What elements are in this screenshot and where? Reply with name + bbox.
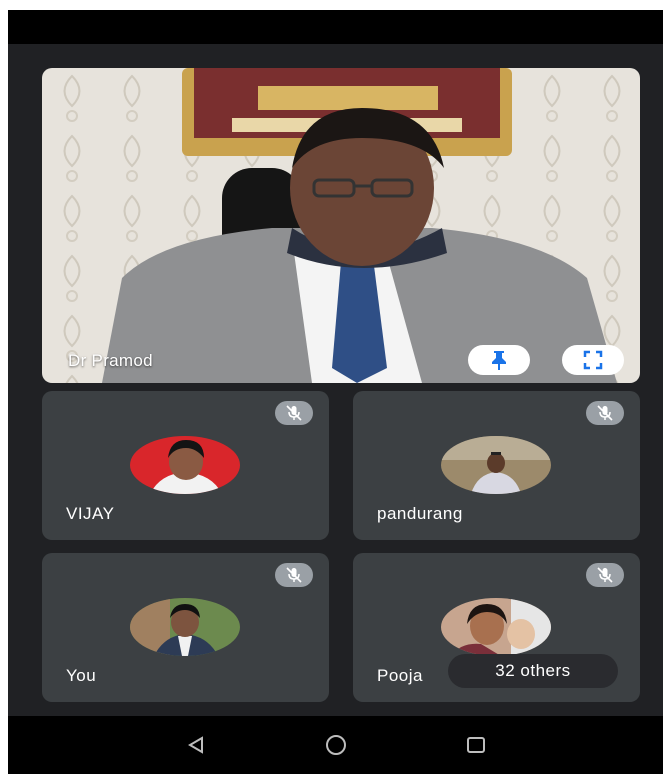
mic-off-icon	[286, 567, 302, 583]
avatar	[130, 598, 240, 656]
recents-button[interactable]	[456, 730, 496, 760]
avatar	[130, 436, 240, 494]
back-button[interactable]	[176, 730, 216, 760]
featured-name-label: Dr Pramod	[68, 351, 153, 370]
home-circle-icon	[325, 735, 346, 755]
mic-off-badge	[275, 401, 313, 425]
featured-video-frame	[42, 68, 640, 383]
mic-off-icon	[286, 405, 302, 421]
pin-button[interactable]	[468, 345, 530, 375]
participant-tile[interactable]: You	[42, 553, 329, 702]
others-participants-button[interactable]: 32 others	[448, 654, 618, 688]
featured-video-tile[interactable]: Dr Pramod	[42, 68, 640, 383]
fullscreen-button[interactable]	[562, 345, 624, 375]
mic-off-badge	[275, 563, 313, 587]
participant-name: VIJAY	[66, 504, 115, 523]
status-bar	[8, 10, 663, 44]
participant-name: pandurang	[377, 504, 463, 523]
pin-icon	[492, 351, 506, 370]
participant-name: You	[66, 666, 97, 685]
mic-off-badge	[586, 401, 624, 425]
avatar	[441, 598, 551, 656]
home-button[interactable]	[316, 730, 356, 760]
participant-tile[interactable]: pandurang	[353, 391, 640, 540]
mic-off-icon	[597, 405, 613, 421]
android-navigation-bar	[8, 716, 663, 774]
avatar	[441, 436, 551, 494]
mic-off-icon	[597, 567, 613, 583]
recents-square-icon	[466, 737, 485, 753]
participant-tile[interactable]: VIJAY	[42, 391, 329, 540]
participant-name: Pooja	[377, 666, 423, 685]
mic-off-badge	[586, 563, 624, 587]
fullscreen-icon	[583, 350, 603, 370]
back-triangle-icon	[187, 736, 203, 754]
